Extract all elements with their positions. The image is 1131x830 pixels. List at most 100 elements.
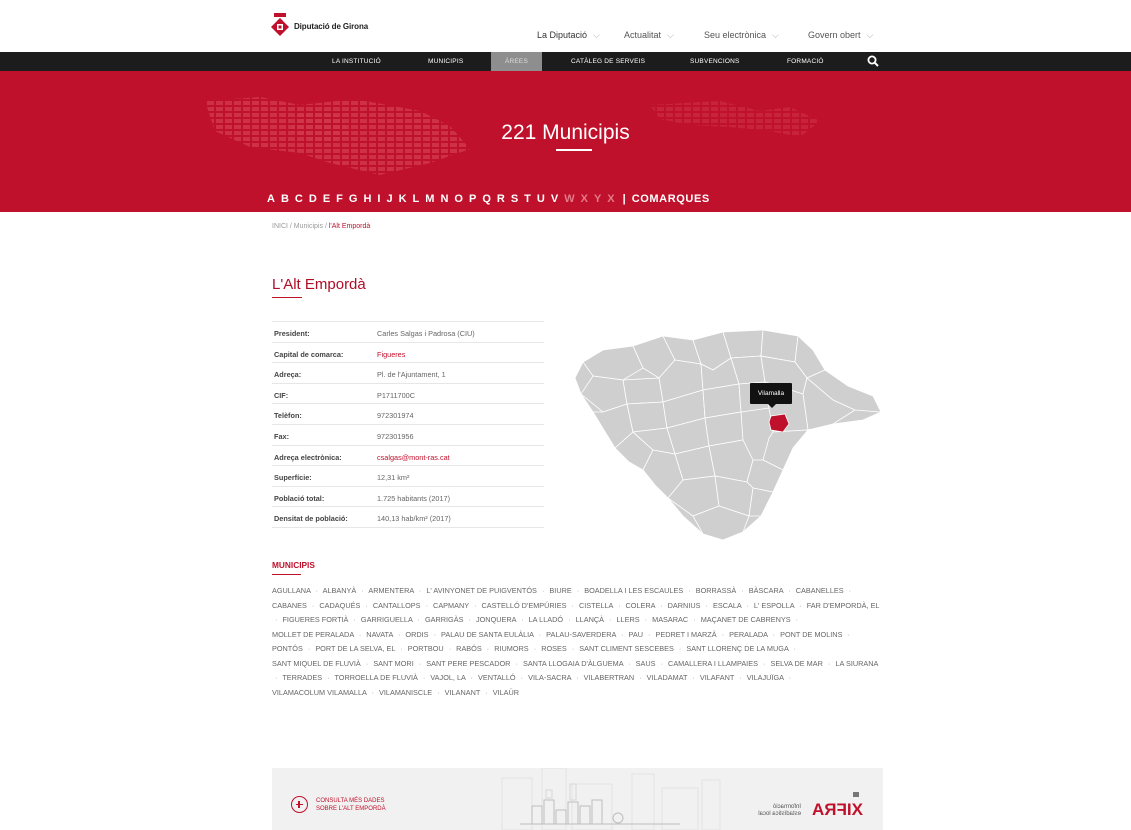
plus-circle-icon[interactable]	[291, 796, 308, 813]
municipi-link[interactable]: CANTALLOPS	[373, 601, 421, 610]
letter-link[interactable]: M	[425, 193, 434, 205]
municipi-link[interactable]: SAUS	[636, 659, 656, 668]
municipi-link[interactable]: BIURE	[549, 586, 571, 595]
municipi-link[interactable]: CABANES	[272, 601, 307, 610]
municipi-link[interactable]: PONT DE MOLINS	[780, 630, 842, 639]
municipi-link[interactable]: VILAFANT	[700, 673, 734, 682]
municipi-link[interactable]: CAPMANY	[433, 601, 469, 610]
menu-item-municipis[interactable]: Municipis	[428, 52, 463, 71]
municipi-link[interactable]: BÀSCARA	[749, 586, 783, 595]
municipi-link[interactable]: VILAMANISCLE	[379, 688, 432, 697]
municipi-link[interactable]: GARRIGÀS	[425, 615, 464, 624]
municipi-link[interactable]: SANT PERE PESCADOR	[426, 659, 510, 668]
consult-more-data-link[interactable]: CONSULTA MÉS DADES SOBRE L'ALT EMPORDÀ	[316, 797, 386, 813]
municipi-link[interactable]: VILANANT	[445, 688, 481, 697]
municipi-link[interactable]: CASTELLÓ D'EMPÚRIES	[482, 601, 567, 610]
municipi-link[interactable]: CISTELLA	[579, 601, 613, 610]
municipi-link[interactable]: ORDIS	[405, 630, 428, 639]
municipi-link[interactable]: AGULLANA	[272, 586, 311, 595]
letter-link[interactable]: P	[469, 193, 476, 205]
site-logo[interactable]: Diputació de Girona	[270, 13, 368, 39]
letter-link[interactable]: E	[323, 193, 330, 205]
municipi-link[interactable]: COLERA	[626, 601, 656, 610]
municipi-link[interactable]: BOADELLA I LES ESCAULES	[584, 586, 683, 595]
municipi-link[interactable]: RIUMORS	[494, 644, 528, 653]
municipi-link[interactable]: PALAU-SAVERDERA	[546, 630, 616, 639]
municipi-link[interactable]: VILAMACOLUM VILAMALLA	[272, 688, 367, 697]
municipi-link[interactable]: PERALADA	[729, 630, 768, 639]
menu-item-cataleg-de-serveis[interactable]: Catàleg de serveis	[571, 52, 645, 71]
municipi-link[interactable]: LA LLADÓ	[529, 615, 563, 624]
municipi-link[interactable]: VILAJUÏGA	[747, 673, 784, 682]
municipi-link[interactable]: VENTALLÓ	[478, 673, 516, 682]
municipi-link[interactable]: L' ESPOLLA	[754, 601, 794, 610]
municipi-link[interactable]: MAÇANET DE CABRENYS	[701, 615, 791, 624]
municipi-link[interactable]: VILAÜR	[493, 688, 519, 697]
letter-link[interactable]: U	[537, 193, 545, 205]
top-nav-govern-obert[interactable]: Govern obert ⌵	[808, 30, 873, 41]
search-icon[interactable]	[866, 54, 880, 68]
municipi-link[interactable]: CAMALLERA I LLAMPAIES	[668, 659, 758, 668]
breadcrumb-home[interactable]: INICI	[272, 223, 288, 230]
municipi-link[interactable]: SANT CLIMENT SESCEBES	[579, 644, 674, 653]
breadcrumb-municipis[interactable]: Municipis	[294, 223, 323, 230]
municipi-link[interactable]: FIGUERES FORTIÀ	[282, 615, 348, 624]
letter-link[interactable]: Q	[482, 193, 491, 205]
comarca-map[interactable]	[563, 320, 883, 544]
menu-item-subvencions[interactable]: Subvencions	[690, 52, 740, 71]
municipi-link[interactable]: TERRADES	[282, 673, 322, 682]
letter-link[interactable]: T	[524, 193, 531, 205]
letter-link[interactable]: B	[281, 193, 289, 205]
menu-item-arees[interactable]: Àrees	[491, 52, 542, 71]
municipi-link[interactable]: PAU	[629, 630, 643, 639]
municipi-link[interactable]: FAR D'EMPORDÀ, EL	[807, 601, 879, 610]
letter-link[interactable]: G	[349, 193, 358, 205]
municipi-link[interactable]: LLERS	[616, 615, 639, 624]
municipi-link[interactable]: ROSES	[541, 644, 567, 653]
letter-link[interactable]: H	[363, 193, 371, 205]
municipi-link[interactable]: RABÓS	[456, 644, 482, 653]
municipi-link[interactable]: BORRASSÀ	[696, 586, 737, 595]
municipi-link[interactable]: L' AVINYONET DE PUIGVENTÓS	[426, 586, 537, 595]
municipi-link[interactable]: PORT DE LA SELVA, EL	[315, 644, 395, 653]
municipi-link[interactable]: TORROELLA DE FLUVIÀ	[334, 673, 417, 682]
letter-link[interactable]: V	[551, 193, 558, 205]
letter-link[interactable]: K	[399, 193, 407, 205]
top-nav-seu-electronica[interactable]: Seu electrònica ⌵	[704, 30, 779, 41]
letter-link[interactable]: C	[295, 193, 303, 205]
municipi-link[interactable]: LA SIURANA	[835, 659, 878, 668]
municipi-link[interactable]: PONTÓS	[272, 644, 303, 653]
municipi-link[interactable]: CABANELLES	[796, 586, 844, 595]
letter-link[interactable]: O	[454, 193, 463, 205]
municipi-link[interactable]: SANT LLORENÇ DE LA MUGA	[686, 644, 788, 653]
municipi-link[interactable]: ESCALA	[713, 601, 741, 610]
municipi-link[interactable]: VILADAMAT	[647, 673, 688, 682]
municipi-link[interactable]: VAJOL, LA	[430, 673, 465, 682]
xifra-logo[interactable]: Informació estadística local XIFRA	[739, 790, 869, 820]
letter-link[interactable]: D	[309, 193, 317, 205]
letter-link[interactable]: F	[336, 193, 343, 205]
info-value[interactable]: Figueres	[377, 350, 405, 359]
municipi-link[interactable]: NAVATA	[366, 630, 393, 639]
letter-link[interactable]: S	[511, 193, 518, 205]
municipi-link[interactable]: DARNIUS	[668, 601, 701, 610]
municipi-link[interactable]: SANT MORI	[373, 659, 413, 668]
letter-link[interactable]: J	[386, 193, 392, 205]
letter-link[interactable]: L	[413, 193, 420, 205]
municipi-link[interactable]: VILA-SACRA	[528, 673, 571, 682]
municipi-link[interactable]: ALBANYÀ	[323, 586, 357, 595]
menu-item-formacio[interactable]: Formació	[787, 52, 824, 71]
municipi-link[interactable]: PORTBOU	[408, 644, 444, 653]
letter-link[interactable]: A	[267, 193, 275, 205]
municipi-link[interactable]: ARMENTERA	[368, 586, 413, 595]
municipi-link[interactable]: VILABERTRAN	[584, 673, 635, 682]
comarques-link[interactable]: COMARQUES	[632, 193, 710, 205]
municipi-link[interactable]: MASARAC	[652, 615, 688, 624]
municipi-link[interactable]: SANTA LLOGAIA D'ÀLGUEMA	[523, 659, 623, 668]
letter-link[interactable]: I	[377, 193, 380, 205]
municipi-link[interactable]: MOLLET DE PERALADA	[272, 630, 354, 639]
municipi-link[interactable]: SELVA DE MAR	[770, 659, 822, 668]
municipi-link[interactable]: PALAU DE SANTA EULÀLIA	[441, 630, 534, 639]
letter-link[interactable]: R	[497, 193, 505, 205]
municipi-link[interactable]: PEDRET I MARZÀ	[656, 630, 717, 639]
